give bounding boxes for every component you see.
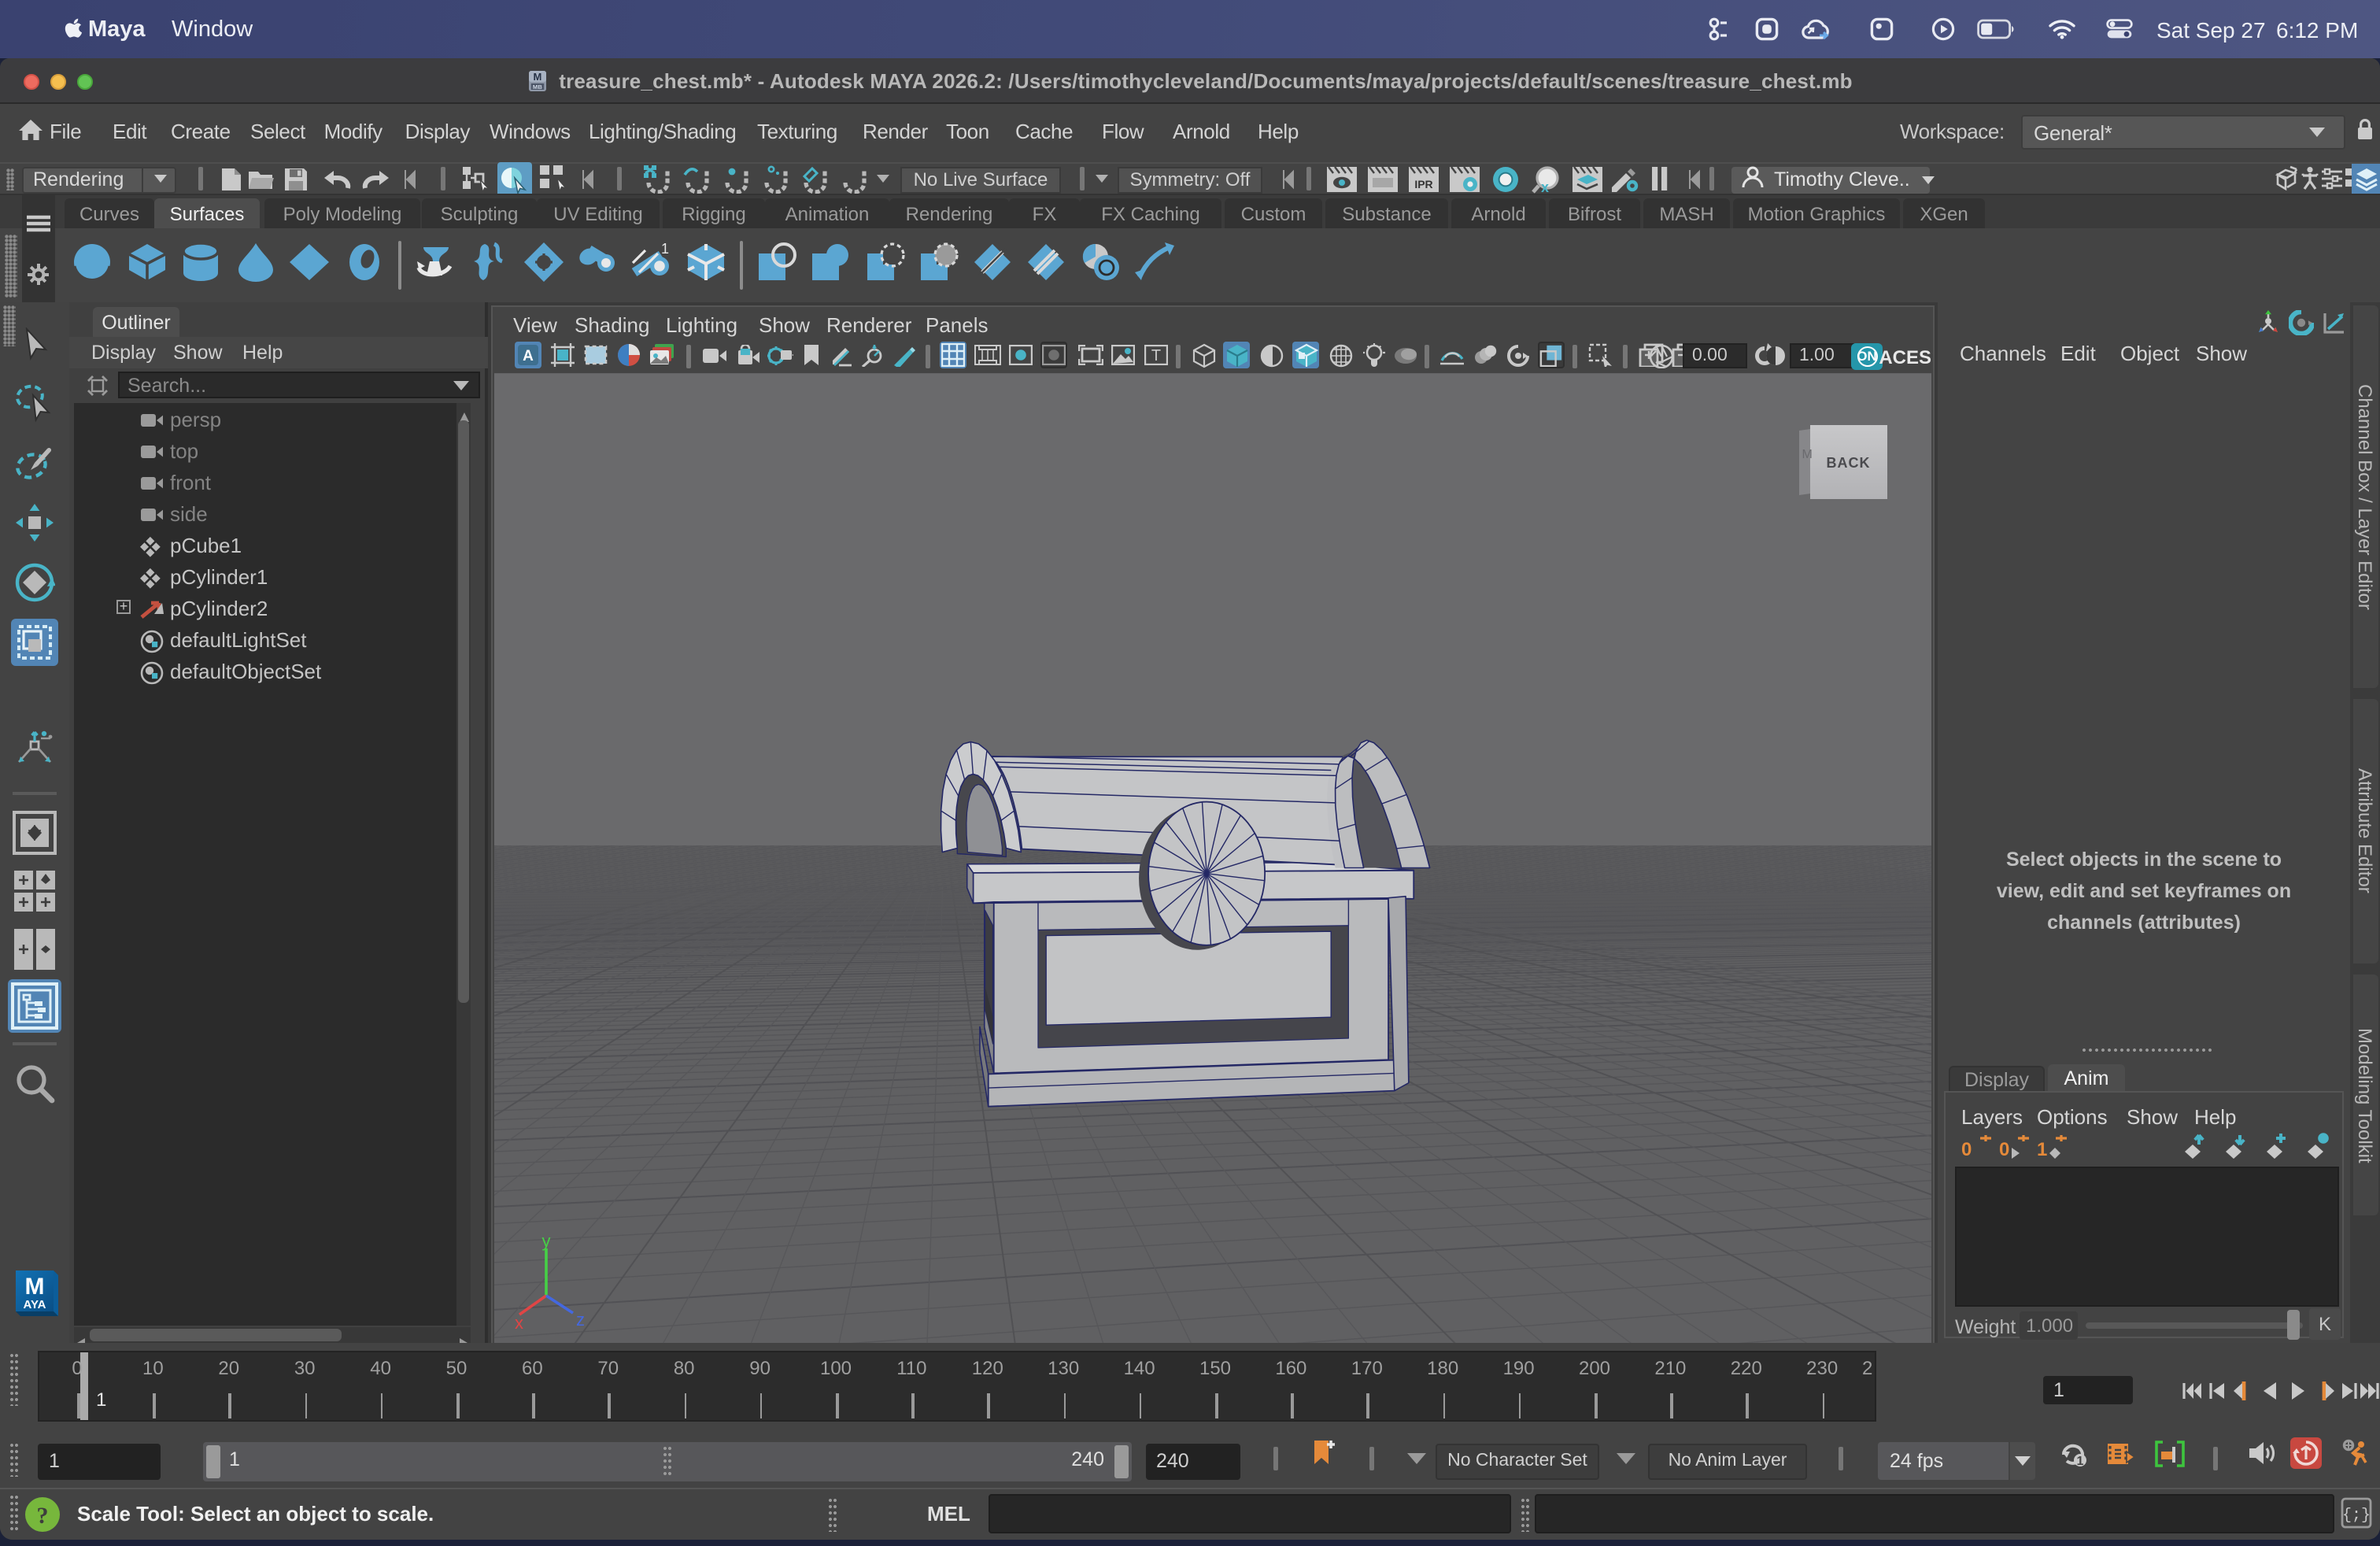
svg-text:y: y <box>541 1236 550 1251</box>
svg-text:?: ? <box>37 1502 49 1528</box>
svg-text:0: 0 <box>1961 1139 1972 1160</box>
svg-text:T: T <box>1151 347 1161 364</box>
svg-text:{;}: {;} <box>2342 1506 2371 1524</box>
svg-text:1: 1 <box>661 241 669 257</box>
svg-text:M: M <box>534 71 542 83</box>
svg-text:M: M <box>25 1274 45 1300</box>
svg-text:IPR: IPR <box>1414 177 1432 190</box>
svg-text:z: z <box>576 1310 585 1330</box>
svg-text:MB: MB <box>533 83 543 91</box>
svg-text:1: 1 <box>2037 1139 2047 1160</box>
svg-text:A: A <box>523 348 534 364</box>
svg-text:AYA: AYA <box>24 1298 46 1311</box>
svg-text:1: 1 <box>2077 1454 2084 1466</box>
svg-text:0: 0 <box>1999 1139 2009 1160</box>
svg-text:x: x <box>1541 179 1549 193</box>
svg-text:x: x <box>515 1313 523 1333</box>
